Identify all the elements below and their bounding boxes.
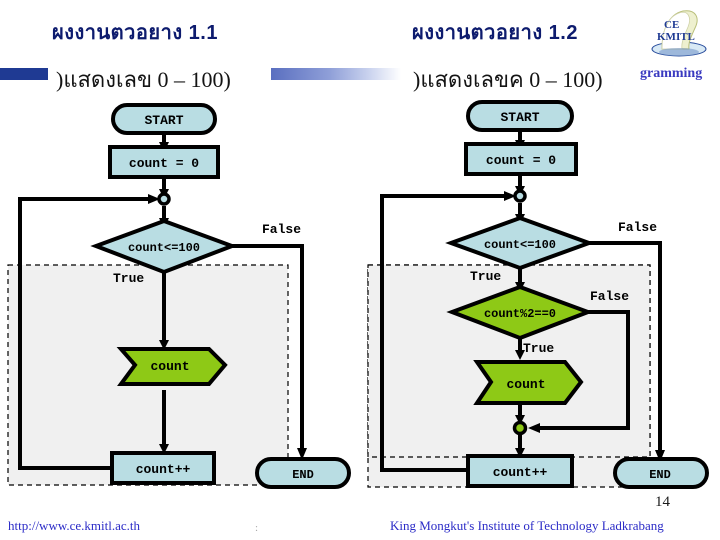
node-increment-left-label: count++ — [136, 462, 191, 477]
node-start-right-label: START — [500, 110, 539, 125]
label-false-left: False — [262, 222, 301, 237]
node-increment-right-label: count++ — [493, 465, 548, 480]
footer-divider: : — [255, 522, 259, 534]
node-output-left-label: count — [150, 359, 189, 374]
node-decision1-right-label: count<=100 — [484, 238, 556, 252]
label-true1-right: True — [470, 269, 501, 284]
node-end-right-label: END — [649, 468, 671, 482]
node-output-right-label: count — [506, 377, 545, 392]
label-false2-right: False — [590, 289, 629, 304]
label-false1-right: False — [618, 220, 657, 235]
label-true-left: True — [113, 271, 144, 286]
page-number: 14 — [655, 494, 670, 510]
slide-canvas: ผงงานตวอยาง 1.1 ผงงานตวอยาง 1.2 )แสดงเลข… — [0, 0, 720, 540]
label-true2-right: True — [523, 341, 554, 356]
node-decision2-right-label: count%2==0 — [484, 307, 556, 321]
node-junction-right — [513, 189, 527, 203]
footer-url[interactable]: http://www.ce.kmitl.ac.th — [8, 518, 140, 534]
flowchart-right: START count = 0 count<=100 False True co… — [367, 100, 709, 489]
node-merge-right — [512, 420, 528, 436]
node-decision-left-label: count<=100 — [128, 241, 200, 255]
flowchart-left: START count = 0 count<=100 False True co… — [7, 103, 351, 489]
node-init-right-label: count = 0 — [486, 153, 556, 168]
node-start-left-label: START — [144, 113, 183, 128]
node-end-left-label: END — [292, 468, 314, 482]
node-init-left-label: count = 0 — [129, 156, 199, 171]
footer-institution: King Mongkut's Institute of Technology L… — [390, 518, 664, 533]
node-junction-left — [157, 192, 171, 206]
